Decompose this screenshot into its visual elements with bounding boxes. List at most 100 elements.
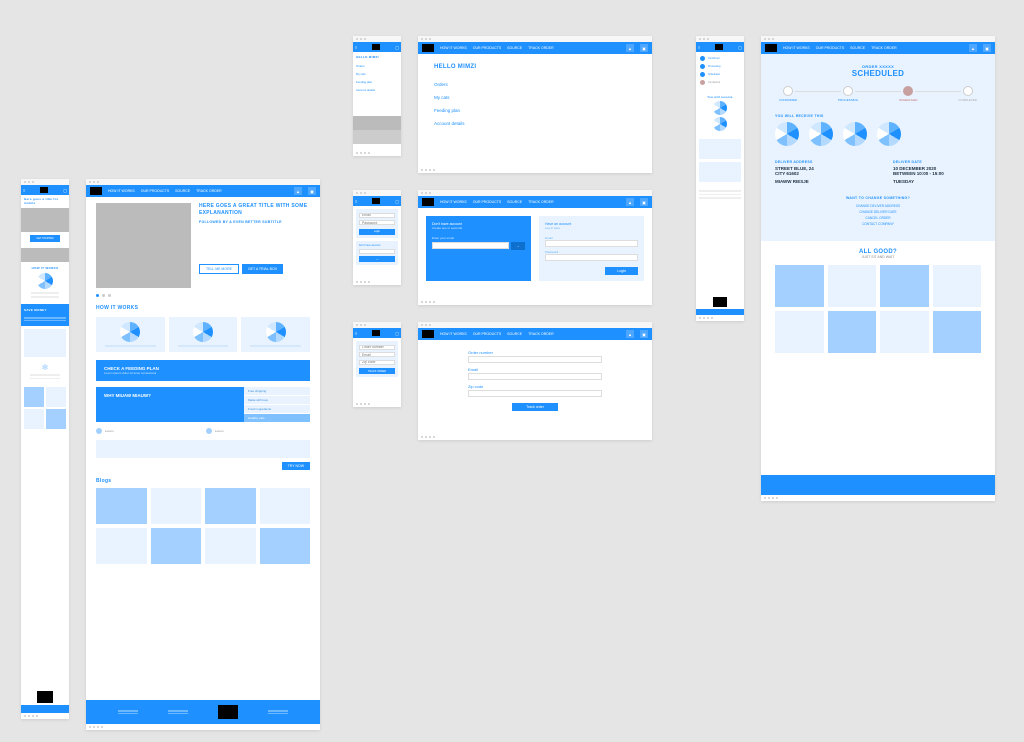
logo[interactable] bbox=[422, 44, 434, 52]
nav-source[interactable]: SOURCE bbox=[175, 189, 190, 193]
order-field[interactable] bbox=[468, 356, 602, 363]
blog-card[interactable] bbox=[96, 488, 147, 524]
menu-item[interactable]: My cats bbox=[434, 91, 636, 104]
arrow-button[interactable]: → bbox=[511, 242, 525, 250]
menu-icon[interactable]: ≡ bbox=[355, 331, 357, 336]
cart-icon[interactable]: ▢ bbox=[63, 188, 67, 193]
nav-products[interactable]: OUR PRODUCTS bbox=[473, 200, 501, 204]
logo[interactable] bbox=[765, 44, 777, 52]
nav-how[interactable]: HOW IT WORKS bbox=[440, 332, 467, 336]
btn-tell-more[interactable]: TELL ME MORE bbox=[199, 264, 239, 274]
zip-field[interactable] bbox=[359, 360, 395, 365]
btn-try-now[interactable]: TRY NOW bbox=[282, 462, 310, 470]
cart-icon[interactable]: ▢ bbox=[738, 45, 742, 50]
nav-source[interactable]: SOURCE bbox=[507, 46, 522, 50]
cart-icon[interactable]: ▣ bbox=[640, 44, 648, 52]
logo[interactable] bbox=[422, 198, 434, 206]
cart-icon[interactable]: ▢ bbox=[395, 331, 399, 336]
cart-icon[interactable]: ▣ bbox=[640, 330, 648, 338]
user-icon[interactable]: ▲ bbox=[626, 198, 634, 206]
btn-trial[interactable]: GET A TRIAL BOX bbox=[242, 264, 283, 274]
nav-products[interactable]: OUR PRODUCTS bbox=[816, 46, 844, 50]
logo[interactable] bbox=[372, 330, 380, 336]
arrow-button[interactable]: → bbox=[359, 256, 395, 262]
menu-item[interactable]: Orders bbox=[356, 62, 398, 70]
cart-icon[interactable]: ▣ bbox=[308, 187, 316, 195]
nav-how[interactable]: HOW IT WORKS bbox=[440, 200, 467, 204]
logo[interactable] bbox=[715, 44, 723, 50]
track-button[interactable]: Track order bbox=[512, 403, 558, 411]
nav-track[interactable]: TRACK ORDER bbox=[871, 46, 896, 50]
product-card[interactable] bbox=[880, 311, 929, 353]
email-field[interactable] bbox=[545, 240, 638, 247]
nav-products[interactable]: OUR PRODUCTS bbox=[473, 46, 501, 50]
user-icon[interactable]: ▲ bbox=[626, 44, 634, 52]
menu-icon[interactable]: ≡ bbox=[698, 45, 700, 50]
cart-icon[interactable]: ▣ bbox=[640, 198, 648, 206]
user-icon[interactable]: ▲ bbox=[626, 330, 634, 338]
nav-track[interactable]: TRACK ORDER bbox=[528, 200, 553, 204]
password-field[interactable] bbox=[359, 220, 395, 225]
email-field[interactable] bbox=[359, 213, 395, 218]
menu-icon[interactable]: ≡ bbox=[23, 188, 25, 193]
nav-products[interactable]: OUR PRODUCTS bbox=[141, 189, 169, 193]
blog-card[interactable] bbox=[205, 488, 256, 524]
password-field[interactable] bbox=[545, 254, 638, 261]
menu-icon[interactable]: ≡ bbox=[355, 199, 357, 204]
login-button[interactable]: Login bbox=[605, 267, 638, 275]
carousel-dot[interactable] bbox=[96, 294, 99, 297]
nav-how[interactable]: HOW IT WORKS bbox=[783, 46, 810, 50]
email-field[interactable] bbox=[468, 373, 602, 380]
carousel-dot[interactable] bbox=[108, 294, 111, 297]
cart-icon[interactable]: ▢ bbox=[395, 199, 399, 204]
signup-email[interactable] bbox=[432, 242, 509, 249]
product-card[interactable] bbox=[880, 265, 929, 307]
blog-card[interactable] bbox=[151, 528, 202, 564]
signup-email[interactable] bbox=[359, 249, 395, 254]
nav-source[interactable]: SOURCE bbox=[507, 200, 522, 204]
menu-icon[interactable]: ≡ bbox=[355, 45, 357, 50]
nav-products[interactable]: OUR PRODUCTS bbox=[473, 332, 501, 336]
blog-card[interactable] bbox=[96, 528, 147, 564]
nav-how[interactable]: HOW IT WORKS bbox=[108, 189, 135, 193]
order-field[interactable] bbox=[359, 345, 395, 350]
menu-item[interactable]: Feeding plan bbox=[356, 78, 398, 86]
menu-item[interactable]: Account details bbox=[434, 117, 636, 130]
menu-item[interactable]: My cats bbox=[356, 70, 398, 78]
menu-item[interactable]: Orders bbox=[434, 78, 636, 91]
logo[interactable] bbox=[90, 187, 102, 195]
change-link[interactable]: CONTACT COMPANY bbox=[775, 221, 981, 227]
menu-item[interactable]: Feeding plan bbox=[434, 104, 636, 117]
product-card[interactable] bbox=[775, 311, 824, 353]
nav-source[interactable]: SOURCE bbox=[507, 332, 522, 336]
nav-track[interactable]: TRACK ORDER bbox=[196, 189, 221, 193]
user-icon[interactable]: ▲ bbox=[969, 44, 977, 52]
blog-card[interactable] bbox=[205, 528, 256, 564]
nav-how[interactable]: HOW IT WORKS bbox=[440, 46, 467, 50]
user-icon[interactable]: ▲ bbox=[294, 187, 302, 195]
cart-icon[interactable]: ▣ bbox=[983, 44, 991, 52]
email-field[interactable] bbox=[359, 352, 395, 357]
track-button[interactable]: TRACK ORDER bbox=[359, 368, 395, 374]
menu-item[interactable]: Account details bbox=[356, 86, 398, 94]
nav-source[interactable]: SOURCE bbox=[850, 46, 865, 50]
mobile-cta[interactable]: GET STARTED bbox=[30, 235, 59, 242]
logo[interactable] bbox=[372, 44, 380, 50]
nav-track[interactable]: TRACK ORDER bbox=[528, 332, 553, 336]
product-card[interactable] bbox=[828, 265, 877, 307]
zip-field[interactable] bbox=[468, 390, 602, 397]
product-card[interactable] bbox=[933, 311, 982, 353]
carousel-dot[interactable] bbox=[102, 294, 105, 297]
product-card[interactable] bbox=[933, 265, 982, 307]
logo[interactable] bbox=[372, 198, 380, 204]
logo[interactable] bbox=[40, 187, 48, 193]
blog-card[interactable] bbox=[260, 488, 311, 524]
blog-card[interactable] bbox=[260, 528, 311, 564]
login-button[interactable]: Login bbox=[359, 229, 395, 235]
cart-icon[interactable]: ▢ bbox=[395, 45, 399, 50]
product-card[interactable] bbox=[775, 265, 824, 307]
nav-track[interactable]: TRACK ORDER bbox=[528, 46, 553, 50]
logo[interactable] bbox=[422, 330, 434, 338]
product-card[interactable] bbox=[828, 311, 877, 353]
blog-card[interactable] bbox=[151, 488, 202, 524]
